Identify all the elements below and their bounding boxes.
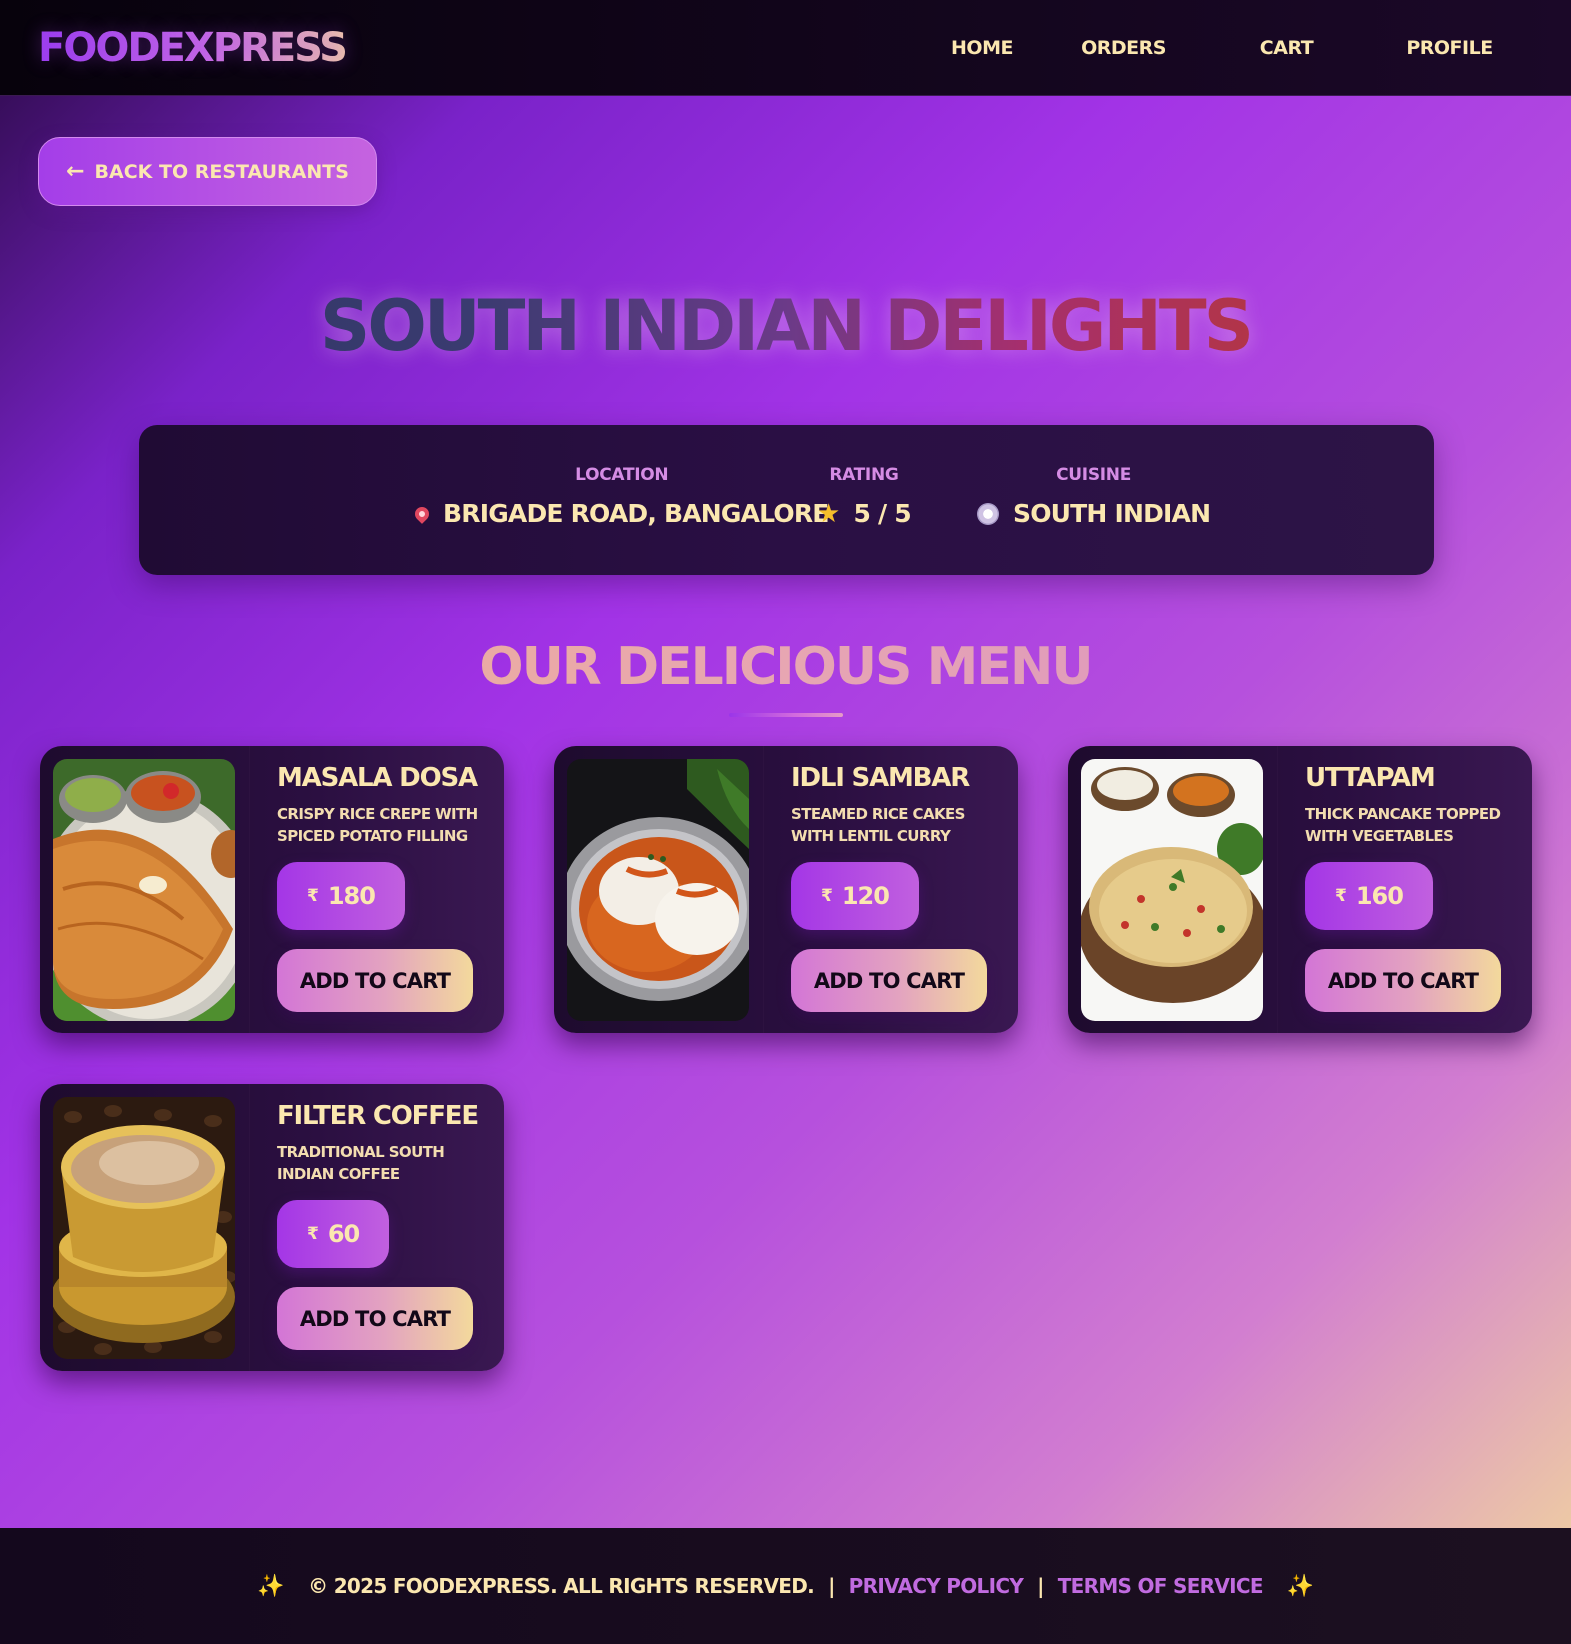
add-to-cart-button[interactable]: ADD TO CART <box>277 1287 473 1350</box>
footer-copyright: © 2025 FOODEXPRESS. ALL RIGHTS RESERVED. <box>308 1574 815 1598</box>
add-to-cart-button[interactable]: ADD TO CART <box>791 949 987 1012</box>
price-value: 180 <box>327 882 376 910</box>
brand-logo[interactable]: FOODEXPRESS <box>38 25 348 71</box>
rating-value-row: ★ 5 / 5 <box>817 498 912 529</box>
location-info: LOCATION BRIGADE ROAD, BANGALORE <box>412 465 829 528</box>
star-icon: ★ <box>817 498 840 529</box>
price-value: 60 <box>327 1220 360 1248</box>
menu-item-name: IDLI SAMBAR <box>791 763 970 793</box>
rupee-icon: ₹ <box>821 886 833 906</box>
card-divider <box>1277 746 1278 1033</box>
card-divider <box>249 1084 250 1371</box>
menu-card-idli-sambar: IDLI SAMBAR STEAMED RICE CAKES WITH LENT… <box>554 746 1018 1033</box>
price-value: 160 <box>1355 882 1404 910</box>
cuisine-label: CUISINE <box>1056 465 1132 485</box>
menu-item-description: STEAMED RICE CAKES WITH LENTIL CURRY <box>791 805 965 845</box>
location-label: LOCATION <box>575 465 669 485</box>
terms-of-service-link[interactable]: TERMS OF SERVICE <box>1058 1574 1264 1598</box>
cuisine-value-row: SOUTH INDIAN <box>977 499 1211 528</box>
rupee-icon: ₹ <box>1335 886 1347 906</box>
restaurant-title: SOUTH INDIAN DELIGHTS <box>0 285 1571 367</box>
price-value: 120 <box>841 882 890 910</box>
rupee-icon: ₹ <box>307 886 319 906</box>
rating-value: 5 / 5 <box>853 499 912 528</box>
uttapam-photo <box>1081 759 1263 1021</box>
location-value: BRIGADE ROAD, BANGALORE <box>443 499 829 528</box>
rating-label: RATING <box>829 465 899 485</box>
nav-cart[interactable]: CART <box>1205 37 1368 59</box>
cuisine-value: SOUTH INDIAN <box>1013 499 1211 528</box>
menu-item-name: FILTER COFFEE <box>277 1101 479 1131</box>
price-badge: ₹ 160 <box>1305 862 1433 930</box>
footer-separator: | <box>828 1574 835 1598</box>
sparkle-icon: ✨ <box>257 1573 285 1599</box>
top-navbar: FOODEXPRESS HOME ORDERS CART PROFILE <box>0 0 1571 96</box>
add-to-cart-button[interactable]: ADD TO CART <box>277 949 473 1012</box>
footer-separator: | <box>1037 1574 1044 1598</box>
price-badge: ₹ 120 <box>791 862 919 930</box>
menu-item-description: TRADITIONAL SOUTH INDIAN COFFEE <box>277 1143 445 1183</box>
back-to-restaurants-button[interactable]: ← BACK TO RESTAURANTS <box>38 137 377 206</box>
sparkle-icon: ✨ <box>1286 1573 1314 1599</box>
menu-item-name: UTTAPAM <box>1305 763 1436 793</box>
menu-item-name: MASALA DOSA <box>277 763 478 793</box>
menu-card-uttapam: UTTAPAM THICK PANCAKE TOPPED WITH VEGETA… <box>1068 746 1532 1033</box>
page-footer: ✨ © 2025 FOODEXPRESS. ALL RIGHTS RESERVE… <box>0 1528 1571 1644</box>
location-value-row: BRIGADE ROAD, BANGALORE <box>412 499 829 528</box>
price-badge: ₹ 180 <box>277 862 405 930</box>
privacy-policy-link[interactable]: PRIVACY POLICY <box>849 1574 1024 1598</box>
restaurant-info-card: LOCATION BRIGADE ROAD, BANGALORE RATING … <box>139 425 1434 575</box>
menu-item-description: CRISPY RICE CREPE WITH SPICED POTATO FIL… <box>277 805 478 845</box>
cuisine-info: CUISINE SOUTH INDIAN <box>977 465 1211 528</box>
plate-icon <box>977 502 999 525</box>
menu-heading: OUR DELICIOUS MENU <box>0 637 1571 697</box>
add-to-cart-button[interactable]: ADD TO CART <box>1305 949 1501 1012</box>
nav-home[interactable]: HOME <box>922 37 1042 59</box>
menu-card-masala-dosa: MASALA DOSA CRISPY RICE CREPE WITH SPICE… <box>40 746 504 1033</box>
rupee-icon: ₹ <box>307 1224 319 1244</box>
masala-dosa-photo <box>53 759 235 1021</box>
idli-sambar-photo <box>567 759 749 1021</box>
menu-card-filter-coffee: FILTER COFFEE TRADITIONAL SOUTH INDIAN C… <box>40 1084 504 1371</box>
main-nav: HOME ORDERS CART PROFILE <box>922 37 1531 59</box>
card-divider <box>763 746 764 1033</box>
back-button-label: BACK TO RESTAURANTS <box>94 160 349 183</box>
filter-coffee-photo <box>53 1097 235 1359</box>
pin-icon <box>412 503 432 524</box>
heading-underline <box>729 713 843 717</box>
nav-profile[interactable]: PROFILE <box>1368 37 1531 59</box>
rating-info: RATING ★ 5 / 5 <box>817 465 912 529</box>
arrow-left-icon: ← <box>66 159 85 184</box>
nav-orders[interactable]: ORDERS <box>1042 37 1205 59</box>
card-divider <box>249 746 250 1033</box>
menu-item-description: THICK PANCAKE TOPPED WITH VEGETABLES <box>1305 805 1501 845</box>
price-badge: ₹ 60 <box>277 1200 390 1268</box>
